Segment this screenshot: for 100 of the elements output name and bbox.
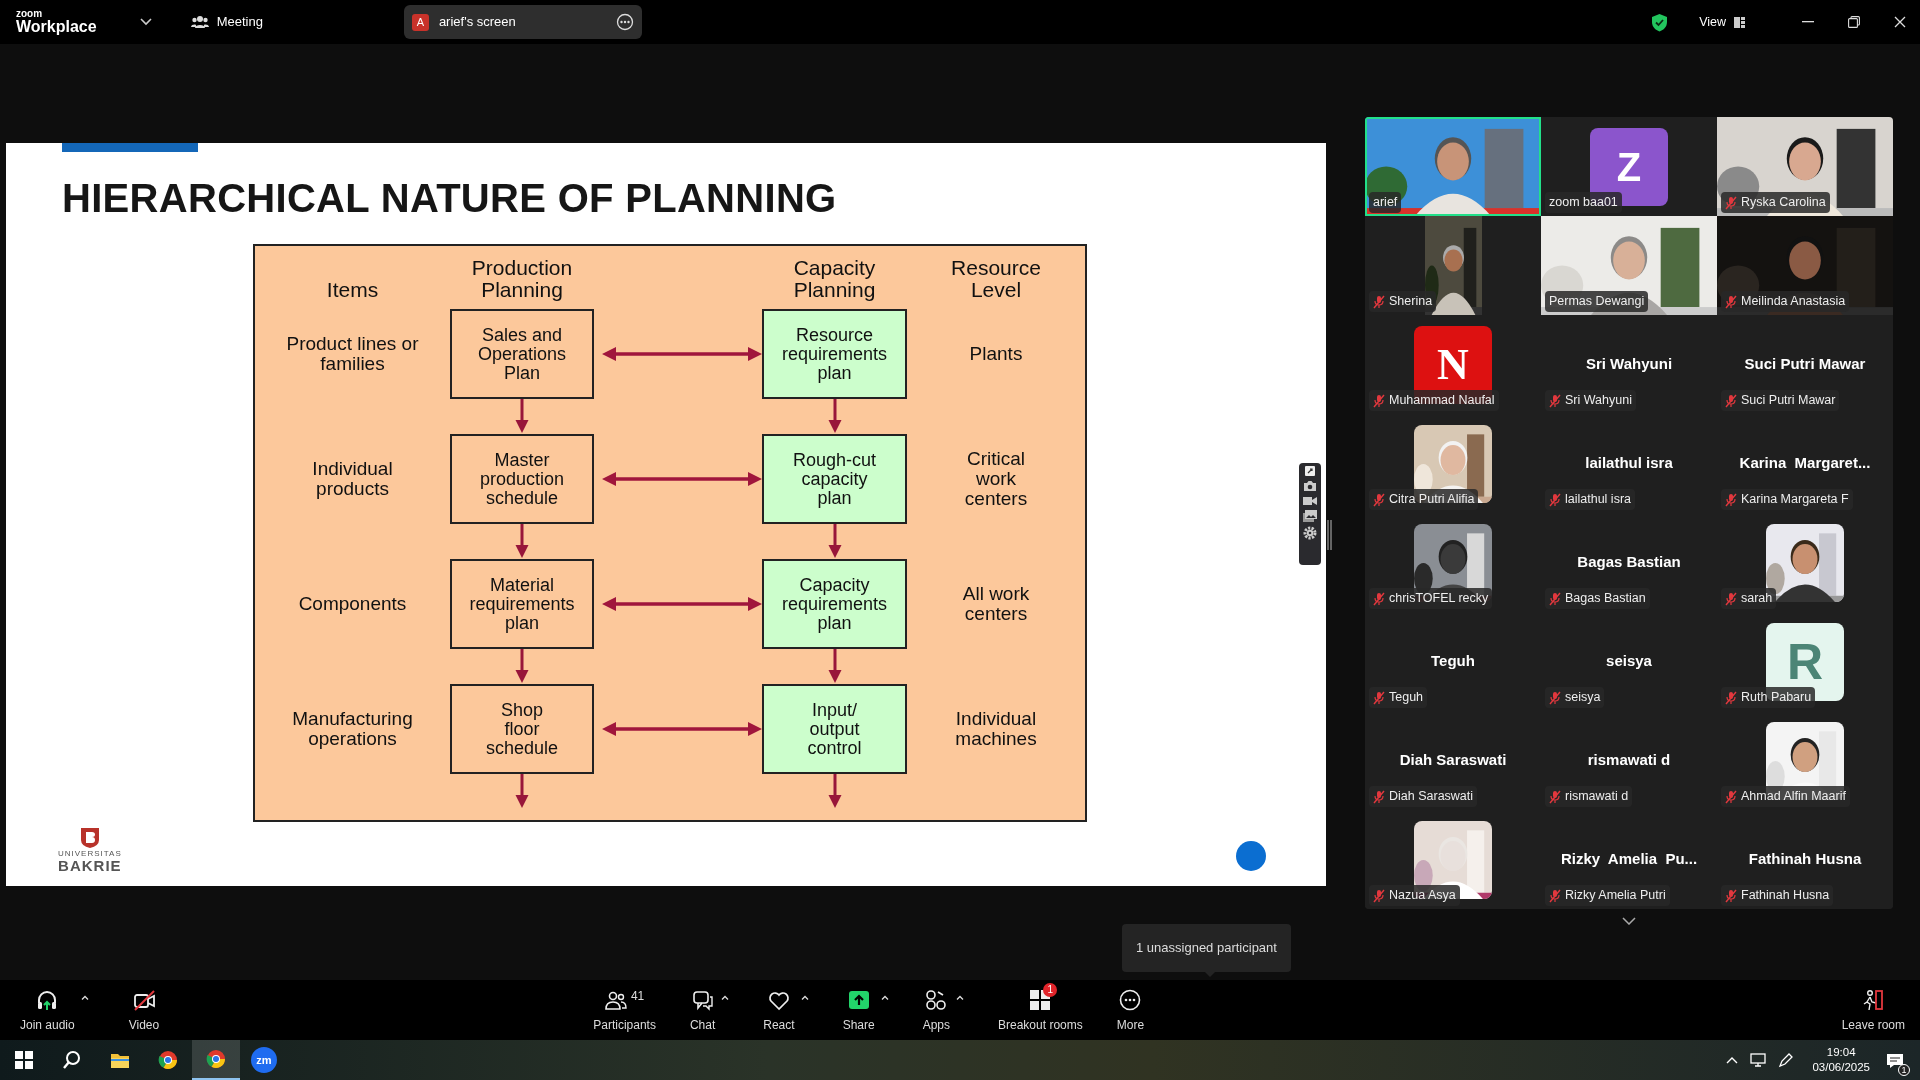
chat-icon: [691, 989, 714, 1011]
down-arrow: [826, 774, 843, 808]
camera-icon[interactable]: [1303, 480, 1317, 492]
item-label: Components: [298, 594, 407, 614]
notification-badge: 1: [1043, 983, 1058, 997]
clock-date: 03/06/2025: [1812, 1060, 1870, 1075]
chevron-down-icon[interactable]: [1622, 917, 1636, 925]
close-icon[interactable]: [1894, 16, 1906, 28]
toolbar-button[interactable]: Apps: [922, 986, 950, 1034]
minimize-icon[interactable]: [1802, 21, 1814, 23]
plan-box: Master production schedule: [450, 434, 594, 524]
down-arrow: [826, 399, 843, 433]
caret-up-icon[interactable]: [80, 995, 89, 1000]
resize-handle-icon[interactable]: [1327, 520, 1332, 550]
participant-name: rismawati d: [1565, 788, 1629, 806]
column-header: Resource Level: [951, 257, 1041, 303]
toolbar-button[interactable]: React: [763, 986, 795, 1034]
caret-up-icon[interactable]: [880, 995, 889, 1000]
clock[interactable]: 19:04 03/06/2025: [1812, 1045, 1870, 1075]
view-button[interactable]: View: [1690, 7, 1754, 37]
participant-name: lailathul isra: [1565, 491, 1631, 509]
plan-box: Sales and Operations Plan: [450, 309, 594, 399]
video-off-icon: [132, 989, 155, 1011]
participant-name: Nazua Asya: [1389, 887, 1456, 905]
participant-display-name: Rizky Amelia Pu...: [1560, 849, 1698, 869]
restore-icon[interactable]: [1848, 16, 1860, 28]
participant-display-name: Diah Saraswati: [1399, 750, 1507, 770]
toolbar-button[interactable]: Chat: [689, 986, 716, 1034]
brand-name: Workplace: [16, 19, 97, 35]
logo-caption: UNIVERSITAS: [58, 849, 122, 858]
participant-display-name: rismawati d: [1587, 750, 1671, 770]
toolbar-button[interactable]: Video: [128, 986, 160, 1034]
participant-name: Suci Putri Mawar: [1741, 392, 1836, 410]
participant-name: Bagas Bastian: [1565, 590, 1646, 608]
participant-name: sarah: [1741, 590, 1773, 608]
share-icon: [847, 989, 870, 1011]
participant-name: Karina Margareta F: [1741, 491, 1849, 509]
participant-name: Fathinah Husna: [1741, 887, 1830, 905]
plan-box: Shop floor schedule: [450, 684, 594, 774]
shield-logo-icon: [79, 827, 100, 849]
exit-icon: [1862, 989, 1885, 1011]
participant-name: Meilinda Anastasia: [1741, 293, 1846, 311]
participant-name: chrisTOFEL recky: [1389, 590, 1489, 608]
video-camera-icon[interactable]: [1303, 496, 1317, 506]
resource-label: Individual machines: [955, 709, 1037, 749]
column-header: Production Planning: [471, 257, 573, 303]
pointer-dot: [1236, 841, 1266, 871]
headphones-icon: [36, 989, 59, 1011]
participant-display-name: Suci Putri Mawar: [1744, 354, 1866, 374]
participant-name: Diah Saraswati: [1389, 788, 1474, 806]
participants-icon: [604, 989, 627, 1011]
caret-up-icon[interactable]: [800, 995, 809, 1000]
notification-count: 1: [1898, 1064, 1910, 1076]
caret-up-icon[interactable]: [721, 995, 730, 1000]
presenter-initial: A: [411, 13, 429, 31]
toolbar-button[interactable]: Join audio: [20, 986, 75, 1034]
item-label: Product lines or families: [286, 334, 419, 374]
app-label: zm: [251, 1047, 277, 1073]
more-icon[interactable]: [615, 13, 634, 31]
chevron-up-icon[interactable]: [1726, 1056, 1739, 1064]
down-arrow: [514, 399, 530, 433]
resource-label: Plants: [969, 344, 1023, 364]
image-icon[interactable]: [1303, 510, 1317, 522]
participant-name: Permas Dewangi: [1549, 293, 1645, 311]
down-arrow: [514, 649, 530, 683]
item-label: Manufacturing operations: [292, 709, 413, 749]
column-header: Items: [326, 279, 379, 303]
caret-up-icon[interactable]: [956, 995, 964, 1000]
search-icon: [62, 1050, 82, 1070]
participant-display-name: Fathinah Husna: [1748, 849, 1862, 869]
toolbar-button[interactable]: Leave room: [1841, 986, 1905, 1034]
windows-icon: [14, 1050, 34, 1070]
people-icon: [190, 15, 209, 29]
taskbar-button[interactable]: zm: [240, 1040, 288, 1080]
chevron-down-icon[interactable]: [139, 18, 152, 26]
participant-name: Citra Putri Alifia: [1389, 491, 1475, 509]
column-header: Capacity Planning: [793, 257, 876, 303]
toolbar-button[interactable]: 1 Breakout rooms: [998, 986, 1083, 1034]
item-label: Individual products: [312, 459, 393, 499]
browser-icon: [158, 1050, 178, 1070]
heart-icon: [767, 989, 790, 1011]
down-arrow: [514, 774, 530, 808]
participant-name: arief: [1373, 194, 1398, 212]
toolbar-button[interactable]: More: [1116, 986, 1145, 1034]
toolbar-button[interactable]: 41 Participants: [593, 986, 656, 1034]
settings-icon[interactable]: [1303, 526, 1317, 540]
taskbar-button[interactable]: [192, 1040, 240, 1080]
clock-time: 19:04: [1825, 1045, 1857, 1060]
participant-display-name: Bagas Bastian: [1577, 552, 1681, 572]
toolbar-button[interactable]: Share: [842, 986, 875, 1034]
notification-icon[interactable]: [1886, 1052, 1904, 1069]
logo-name: BAKRIE: [58, 858, 122, 873]
participant-name: Sri Wahyuni: [1565, 392, 1632, 410]
meeting-button[interactable]: Meeting: [181, 7, 272, 37]
tooltip: 1 unassigned participant: [1122, 924, 1291, 972]
participant-display-name: Teguh: [1431, 651, 1475, 671]
apps-icon: [925, 989, 948, 1011]
participant-count: 41: [630, 988, 645, 1005]
down-arrow: [826, 649, 843, 683]
pen-icon[interactable]: [1778, 1052, 1795, 1068]
